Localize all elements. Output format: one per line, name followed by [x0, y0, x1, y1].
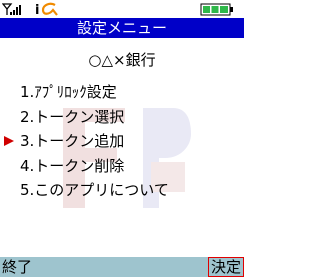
menu-item-delete-token[interactable]: 4.トークン削除	[0, 154, 244, 179]
status-bar: i	[0, 0, 244, 18]
selection-arrow-icon	[4, 136, 14, 146]
confirm-softkey[interactable]: 決定	[208, 257, 244, 277]
battery-icon	[200, 3, 233, 16]
menu-item-label: 2.トークン選択	[20, 107, 125, 126]
menu-item-select-token[interactable]: 2.トークン選択	[0, 105, 244, 130]
menu-item-label: 1.ｱﾌﾟﾘﾛｯｸ設定	[20, 83, 117, 101]
signal-antenna-icon	[2, 3, 21, 15]
svg-text:i: i	[35, 3, 39, 17]
softkey-bar: 終了 決定	[0, 257, 244, 277]
menu-item-about-app[interactable]: 5.このアプリについて	[0, 178, 244, 203]
menu-item-label: 5.このアプリについて	[20, 181, 169, 199]
menu-item-add-token[interactable]: 3.トークン追加	[0, 129, 244, 154]
title-bar: 設定メニュー	[0, 18, 244, 38]
menu-item-label: 4.トークン削除	[20, 156, 125, 175]
menu-screen: ○△×銀行 1.ｱﾌﾟﾘﾛｯｸ設定 2.トークン選択 3.トークン追加 4.トー…	[0, 38, 244, 257]
bank-name: ○△×銀行	[88, 51, 156, 69]
menu-item-app-lock-settings[interactable]: 1.ｱﾌﾟﾘﾛｯｸ設定	[0, 80, 244, 105]
i-alpha-icon: i	[35, 2, 58, 17]
settings-menu-list: 1.ｱﾌﾟﾘﾛｯｸ設定 2.トークン選択 3.トークン追加 4.トークン削除 5…	[0, 80, 244, 203]
menu-item-label: 3.トークン追加	[20, 132, 125, 150]
exit-softkey[interactable]: 終了	[2, 257, 32, 277]
menu-title: 設定メニュー	[76, 19, 167, 37]
